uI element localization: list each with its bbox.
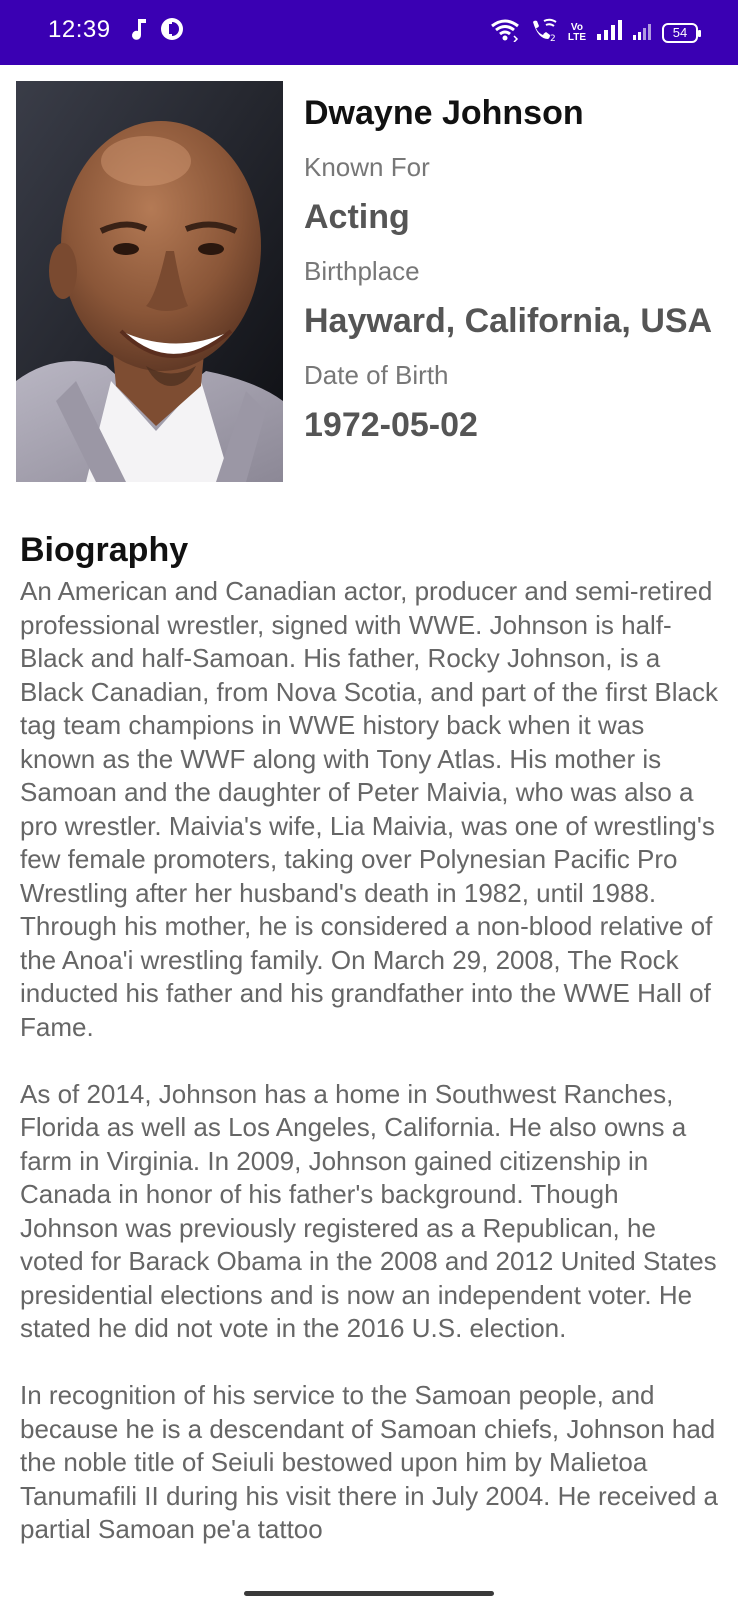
home-indicator[interactable] xyxy=(244,1591,494,1596)
signal-icon xyxy=(596,19,622,46)
biography-paragraph: An American and Canadian actor, producer… xyxy=(20,576,719,1042)
profile-photo xyxy=(16,81,283,482)
status-time: 12:39 xyxy=(48,16,111,43)
status-left-icons xyxy=(130,17,184,46)
wifi-calling-icon: 2 xyxy=(530,18,558,47)
dob-label: Date of Birth xyxy=(304,360,449,390)
status-right-icons: 2 Vo LTE 54 xyxy=(490,18,701,47)
biography-paragraph: In recognition of his service to the Sam… xyxy=(20,1380,719,1544)
round-app-icon xyxy=(160,17,184,46)
biography-heading: Biography xyxy=(20,531,189,569)
battery-icon: 54 xyxy=(662,22,701,43)
known-for-value: Acting xyxy=(304,198,410,236)
biography-paragraph: As of 2014, Johnson has a home in Southw… xyxy=(20,1078,717,1344)
volte-icon: Vo LTE xyxy=(567,21,586,43)
known-for-label: Known For xyxy=(304,152,430,182)
biography-text: An American and Canadian actor, producer… xyxy=(20,575,720,1580)
person-name: Dwayne Johnson xyxy=(304,94,584,132)
person-info: Dwayne Johnson Known For Acting Birthpla… xyxy=(304,92,724,446)
birthplace-label: Birthplace xyxy=(304,256,420,286)
dob-value: 1972-05-02 xyxy=(304,406,478,444)
battery-level: 54 xyxy=(672,24,688,40)
wifi-icon xyxy=(490,18,520,47)
status-bar: 12:39 2 Vo LTE 54 xyxy=(0,0,738,65)
svg-text:2: 2 xyxy=(550,34,556,42)
volte-bottom-label: LTE xyxy=(567,31,586,43)
signal-weak-icon xyxy=(632,19,652,46)
music-note-icon xyxy=(130,17,148,46)
volte-top-label: Vo xyxy=(570,21,583,33)
person-detail-screen: 12:39 2 Vo LTE 54 Dwayne Johnson Known F… xyxy=(0,0,738,1600)
birthplace-value: Hayward, California, USA xyxy=(304,302,713,340)
